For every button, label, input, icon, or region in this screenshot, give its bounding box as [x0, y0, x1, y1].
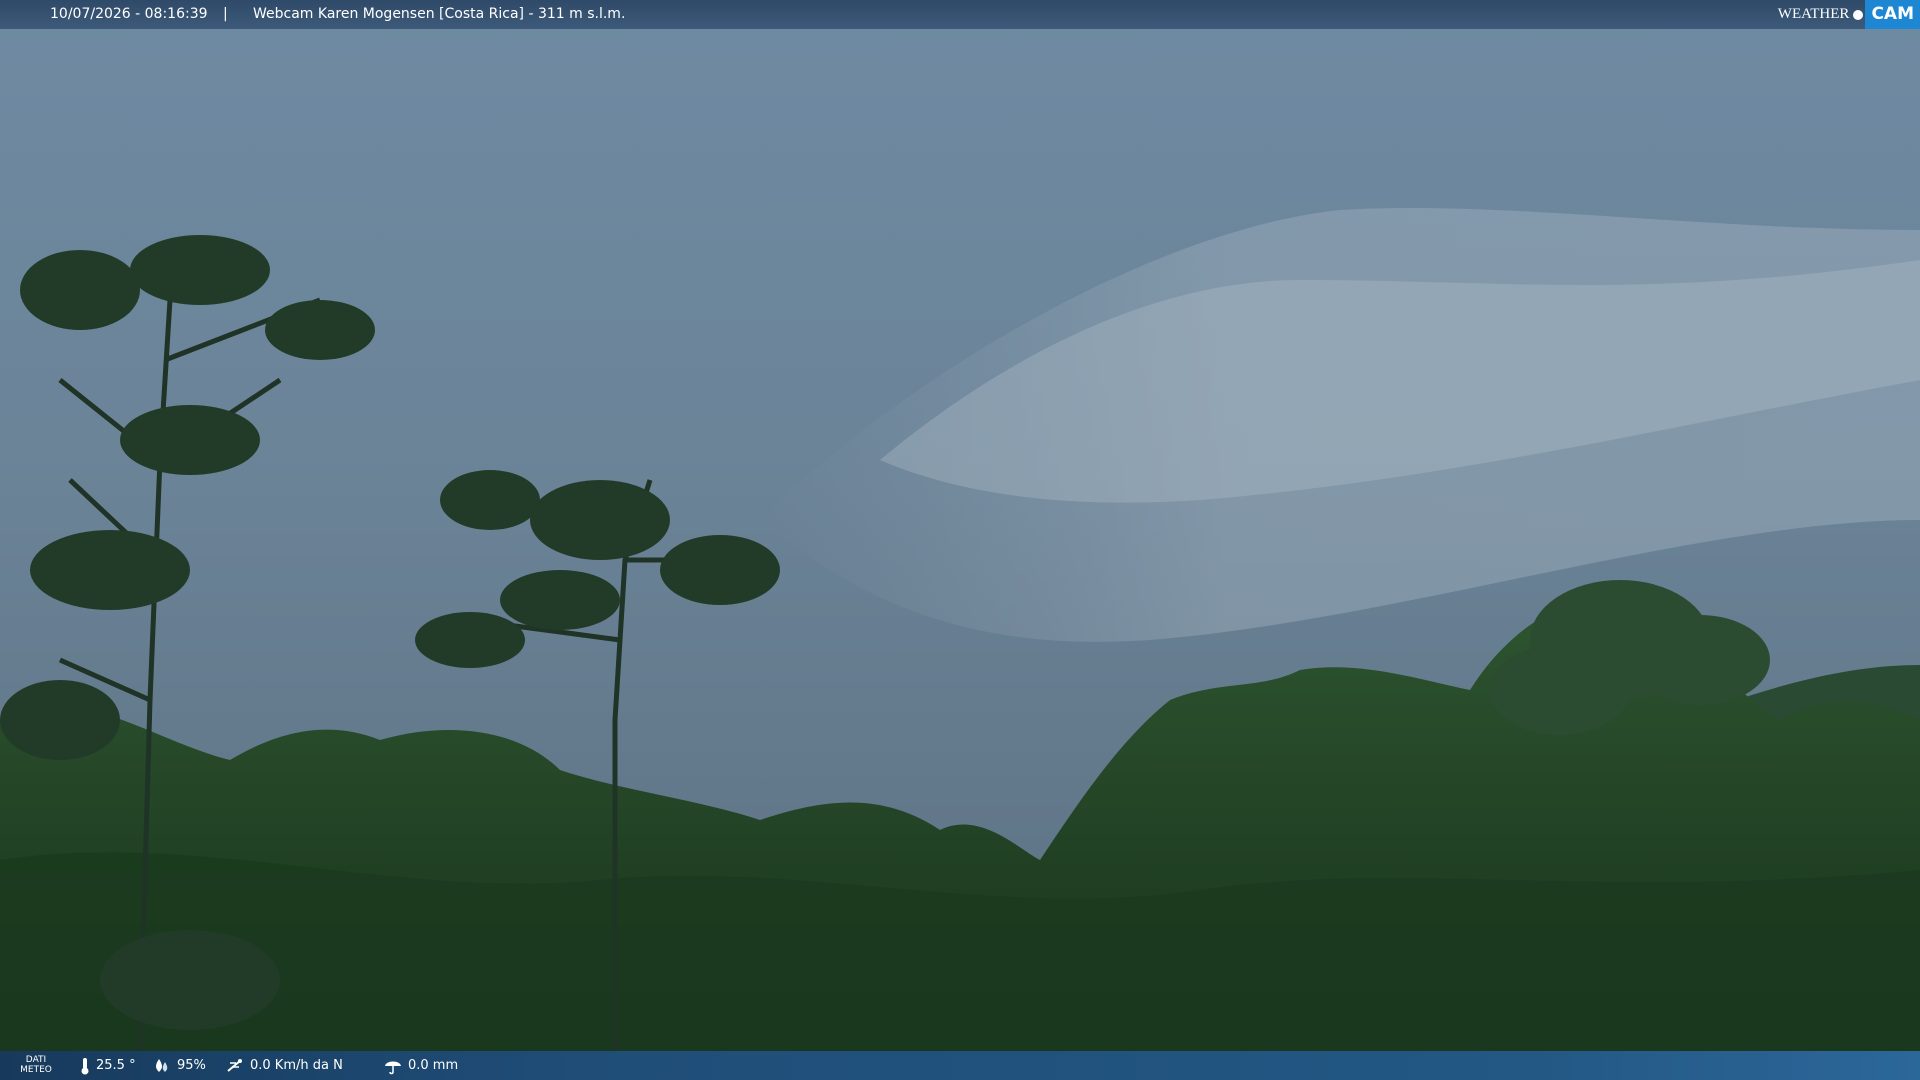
rain-value: 0.0 mm	[408, 1058, 459, 1073]
thermometer-icon	[81, 1057, 89, 1074]
logo-dot-icon	[1853, 9, 1864, 20]
wind-icon	[227, 1058, 242, 1072]
dati-meteo-label: DATI METEO	[19, 1055, 53, 1075]
header-separator: |	[223, 6, 228, 22]
rain-umbrella-icon	[385, 1061, 401, 1074]
humidity-drop-icon	[156, 1058, 168, 1072]
humidity-value: 95%	[177, 1058, 206, 1073]
weather-data-bar: DATI METEO 25.5 ° 95% 0.0 Km/h da N 0.0 …	[0, 1051, 1920, 1080]
dati-label: DATI	[25, 1055, 47, 1065]
wind-value: 0.0 Km/h da N	[250, 1058, 343, 1073]
logo-cam-text: CAM	[1865, 0, 1920, 29]
logo-weather-text: WEATHER	[1777, 6, 1850, 22]
webcam-image	[0, 0, 1920, 1080]
wind-item: 0.0 Km/h da N	[226, 1051, 343, 1080]
header-bar: 10/07/2026 - 08:16:39 | Webcam Karen Mog…	[0, 0, 1920, 29]
temperature-value: 25.5 °	[96, 1058, 136, 1073]
humidity-item: 95%	[153, 1051, 206, 1080]
temperature-item: 25.5 °	[80, 1051, 136, 1080]
meteo-label: METEO	[20, 1065, 52, 1075]
timestamp: 10/07/2026 - 08:16:39	[50, 6, 208, 22]
webcam-title: Webcam Karen Mogensen [Costa Rica] - 311…	[253, 6, 626, 22]
rain-item: 0.0 mm	[384, 1051, 458, 1080]
weathercam-logo[interactable]: WEATHER CAM	[1778, 0, 1920, 29]
